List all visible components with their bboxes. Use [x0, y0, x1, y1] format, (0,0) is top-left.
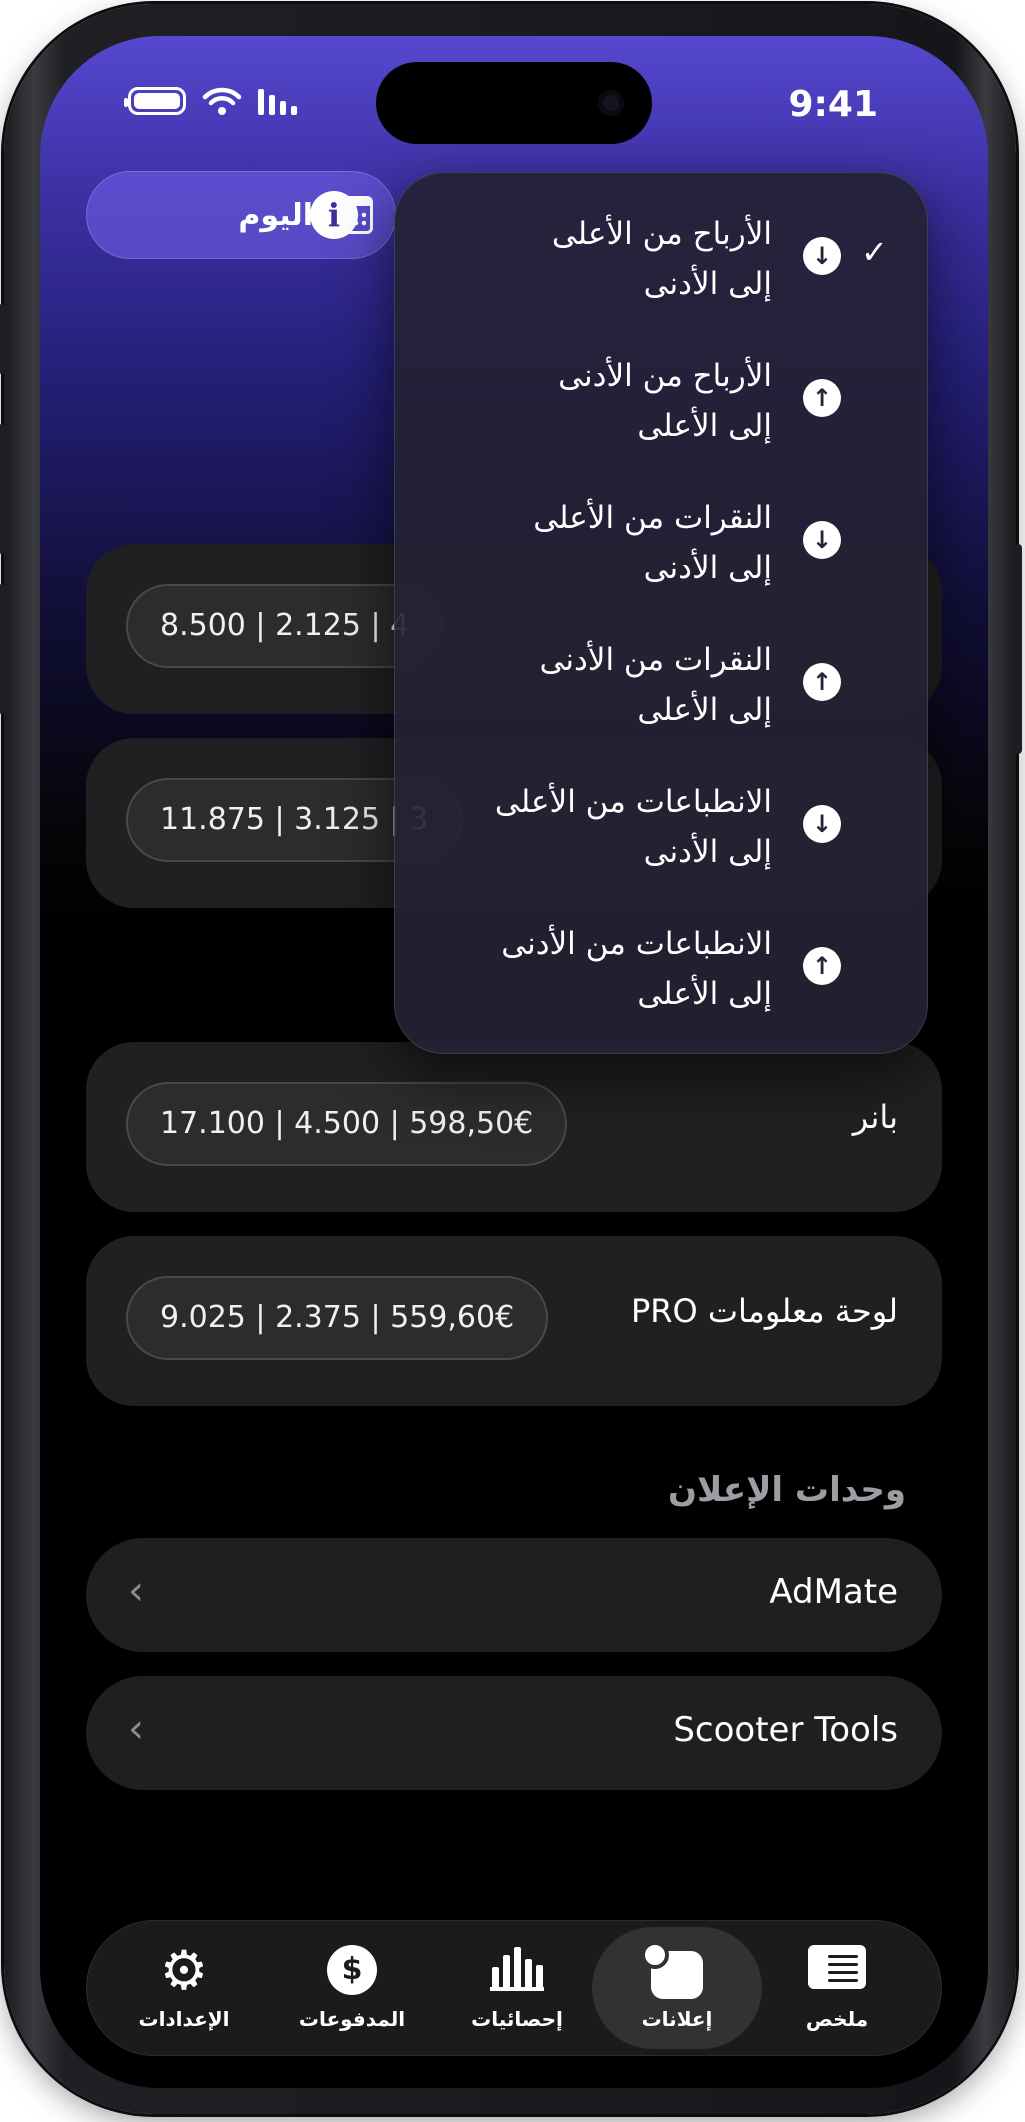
tab-label: إعلانات — [641, 2007, 713, 2031]
ad-card-label: لوحة معلومات PRO — [631, 1292, 898, 1330]
sort-option-label: النقرات من الأدنى إلى الأعلى — [539, 642, 772, 728]
bar-chart-icon — [490, 1945, 544, 1991]
status-icons — [124, 86, 297, 116]
mute-switch — [0, 304, 6, 374]
sort-option-label: الأرباح من الأعلى إلى الأدنى — [551, 216, 772, 302]
ads-icon — [641, 1941, 703, 1999]
sort-option-revenue-asc[interactable]: ↑ الأرباح من الأدنى إلى الأعلى — [395, 343, 927, 483]
battery-icon — [124, 87, 186, 115]
ad-stats-pill: 9.025 | 2.375 | 559,60€ — [126, 1276, 549, 1360]
ad-unit-row[interactable]: ‹ AdMate — [86, 1538, 942, 1652]
tab-label: ملخص — [805, 2007, 869, 2031]
sort-option-revenue-desc[interactable]: ✓ ↓ الأرباح من الأعلى إلى الأدنى — [395, 201, 927, 341]
ad-stats-pill: 17.100 | 4.500 | 598,50€ — [126, 1082, 568, 1166]
dollar-icon: $ — [327, 1945, 377, 1995]
arrow-up-icon: ↑ — [803, 663, 841, 701]
screen: 9:41 اليوم i 8.500 | 2.125 | 4 11.875 | … — [40, 36, 988, 2088]
arrow-down-icon: ↓ — [803, 805, 841, 843]
date-filter-label: اليوم — [238, 197, 313, 233]
ad-unit-row[interactable]: ‹ Scooter Tools — [86, 1676, 942, 1790]
dynamic-island — [376, 62, 652, 144]
camera-icon — [598, 90, 624, 116]
tab-label: الإعدادات — [138, 2007, 230, 2031]
wifi-icon — [202, 87, 242, 115]
tab-stats[interactable]: إحصائيات — [432, 1921, 602, 2057]
sort-option-clicks-desc[interactable]: ↓ النقرات من الأعلى إلى الأدنى — [395, 485, 927, 625]
status-time: 9:41 — [788, 84, 878, 125]
tab-payments[interactable]: $ المدفوعات — [267, 1921, 437, 2057]
tab-bar: ⚙ الإعدادات $ المدفوعات إحصائيات إعلانات — [86, 1920, 942, 2056]
phone-frame: 9:41 اليوم i 8.500 | 2.125 | 4 11.875 | … — [0, 4, 1022, 2114]
sort-option-label: النقرات من الأعلى إلى الأدنى — [533, 500, 772, 586]
tab-settings[interactable]: ⚙ الإعدادات — [99, 1921, 269, 2057]
info-icon[interactable]: i — [310, 191, 358, 239]
arrow-up-icon: ↑ — [803, 947, 841, 985]
checkmark-icon: ✓ — [861, 233, 888, 271]
arrow-down-icon: ↓ — [803, 237, 841, 275]
ad-units-section-title: وحدات الإعلان — [668, 1470, 906, 1510]
ad-card-label: بانر — [852, 1098, 898, 1136]
ad-card-banner[interactable]: 17.100 | 4.500 | 598,50€ بانر — [86, 1042, 942, 1212]
sort-option-clicks-asc[interactable]: ↑ النقرات من الأدنى إلى الأعلى — [395, 627, 927, 767]
tab-ads[interactable]: إعلانات — [592, 1927, 762, 2049]
signal-icon — [258, 87, 297, 115]
tab-label: إحصائيات — [471, 2007, 563, 2031]
volume-up-button — [0, 424, 6, 554]
tab-summary[interactable]: ملخص — [752, 1921, 922, 2057]
sort-option-impressions-asc[interactable]: ↑ الانطباعات من الأدنى إلى الأعلى — [395, 911, 927, 1051]
ad-unit-label: AdMate — [769, 1572, 898, 1612]
arrow-down-icon: ↓ — [803, 521, 841, 559]
sort-menu: ✓ ↓ الأرباح من الأعلى إلى الأدنى ↑ الأربا… — [394, 172, 928, 1054]
sort-option-label: الانطباعات من الأدنى إلى الأعلى — [501, 926, 772, 1012]
sort-option-impressions-desc[interactable]: ↓ الانطباعات من الأعلى إلى الأدنى — [395, 769, 927, 909]
chevron-left-icon: ‹ — [128, 1568, 144, 1614]
power-button — [1014, 544, 1022, 754]
volume-down-button — [0, 584, 6, 714]
summary-icon — [808, 1945, 866, 1989]
chevron-left-icon: ‹ — [128, 1706, 144, 1752]
ad-unit-label: Scooter Tools — [673, 1710, 898, 1750]
arrow-up-icon: ↑ — [803, 379, 841, 417]
sort-option-label: الانطباعات من الأعلى إلى الأدنى — [494, 784, 772, 870]
gear-icon: ⚙ — [159, 1939, 209, 2002]
ad-card-pro-dashboard[interactable]: 9.025 | 2.375 | 559,60€ لوحة معلومات PRO — [86, 1236, 942, 1406]
sort-option-label: الأرباح من الأدنى إلى الأعلى — [558, 358, 772, 444]
tab-label: المدفوعات — [298, 2007, 406, 2031]
